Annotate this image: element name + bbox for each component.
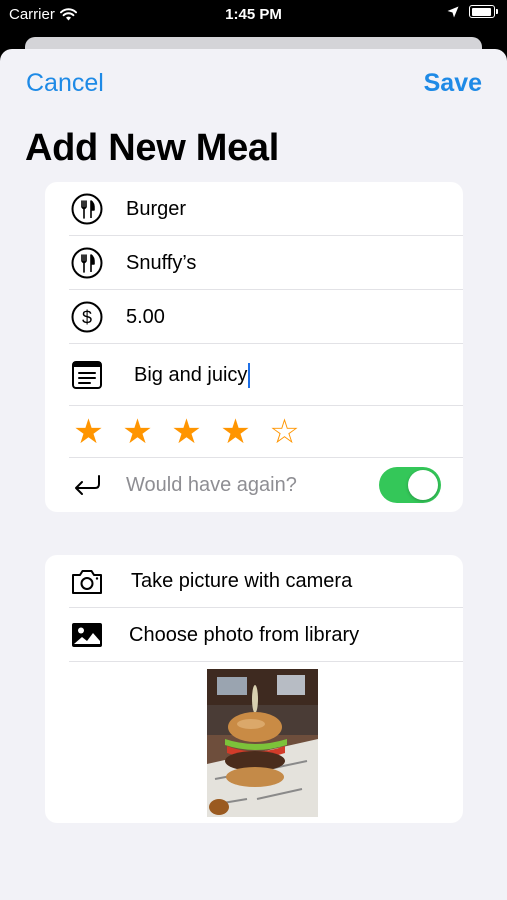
would-have-again-toggle[interactable]	[379, 467, 441, 503]
would-have-again-label: Would have again?	[126, 473, 297, 496]
dollar-circle-icon: $	[70, 300, 104, 334]
notes-text: Big and juicy	[134, 363, 248, 386]
notes-field[interactable]: Big and juicy	[134, 362, 251, 388]
photo-icon	[70, 618, 104, 652]
battery-level	[471, 7, 491, 16]
star-filled-icon[interactable]: ★	[219, 415, 252, 449]
star-filled-icon[interactable]: ★	[72, 415, 105, 449]
choose-photo-label: Choose photo from library	[129, 623, 360, 646]
take-picture-label: Take picture with camera	[131, 570, 353, 592]
fork-knife-circle-icon	[70, 192, 104, 226]
notes-icon	[70, 358, 104, 392]
restaurant-field[interactable]: Snuffy’s	[126, 252, 196, 275]
text-cursor	[248, 362, 251, 388]
price-field[interactable]: 5.00	[126, 306, 165, 329]
would-have-again-row: Would have again?	[45, 458, 463, 512]
toggle-knob	[408, 470, 438, 500]
meal-name-field[interactable]: Burger	[126, 198, 186, 221]
meal-photo	[207, 669, 318, 817]
choose-photo-row[interactable]: Choose photo from library	[45, 608, 463, 662]
battery-icon	[469, 5, 498, 18]
restaurant-row[interactable]: Snuffy’s	[45, 236, 463, 290]
take-picture-row[interactable]: Take picture with camera	[45, 555, 463, 608]
row-divider	[69, 661, 463, 662]
rating-row: ★ ★ ★ ★ ☆	[45, 406, 463, 458]
location-arrow-icon	[447, 6, 459, 17]
price-row[interactable]: $ 5.00	[45, 290, 463, 344]
return-arrow-icon	[70, 468, 104, 502]
cancel-button[interactable]: Cancel	[26, 69, 104, 98]
status-bar: Carrier 1:45 PM	[0, 0, 507, 30]
add-meal-sheet: Cancel Save Add New Meal Burger Snuffy’s…	[0, 49, 507, 900]
star-filled-icon[interactable]: ★	[121, 415, 154, 449]
star-empty-icon[interactable]: ☆	[268, 415, 301, 449]
meal-name-row[interactable]: Burger	[45, 182, 463, 236]
svg-text:$: $	[82, 308, 92, 328]
page-title: Add New Meal	[25, 127, 279, 169]
fork-knife-circle-icon	[70, 246, 104, 280]
star-rating[interactable]: ★ ★ ★ ★ ☆	[72, 415, 301, 449]
status-time: 1:45 PM	[225, 6, 282, 23]
camera-icon	[70, 565, 104, 599]
star-filled-icon[interactable]: ★	[170, 415, 203, 449]
save-button[interactable]: Save	[424, 69, 482, 98]
notes-row[interactable]: Big and juicy	[45, 344, 463, 406]
photo-card: Take picture with camera Choose photo fr…	[45, 555, 463, 823]
meal-details-card: Burger Snuffy’s $ 5.00 Big and juicy ★ ★…	[45, 182, 463, 512]
